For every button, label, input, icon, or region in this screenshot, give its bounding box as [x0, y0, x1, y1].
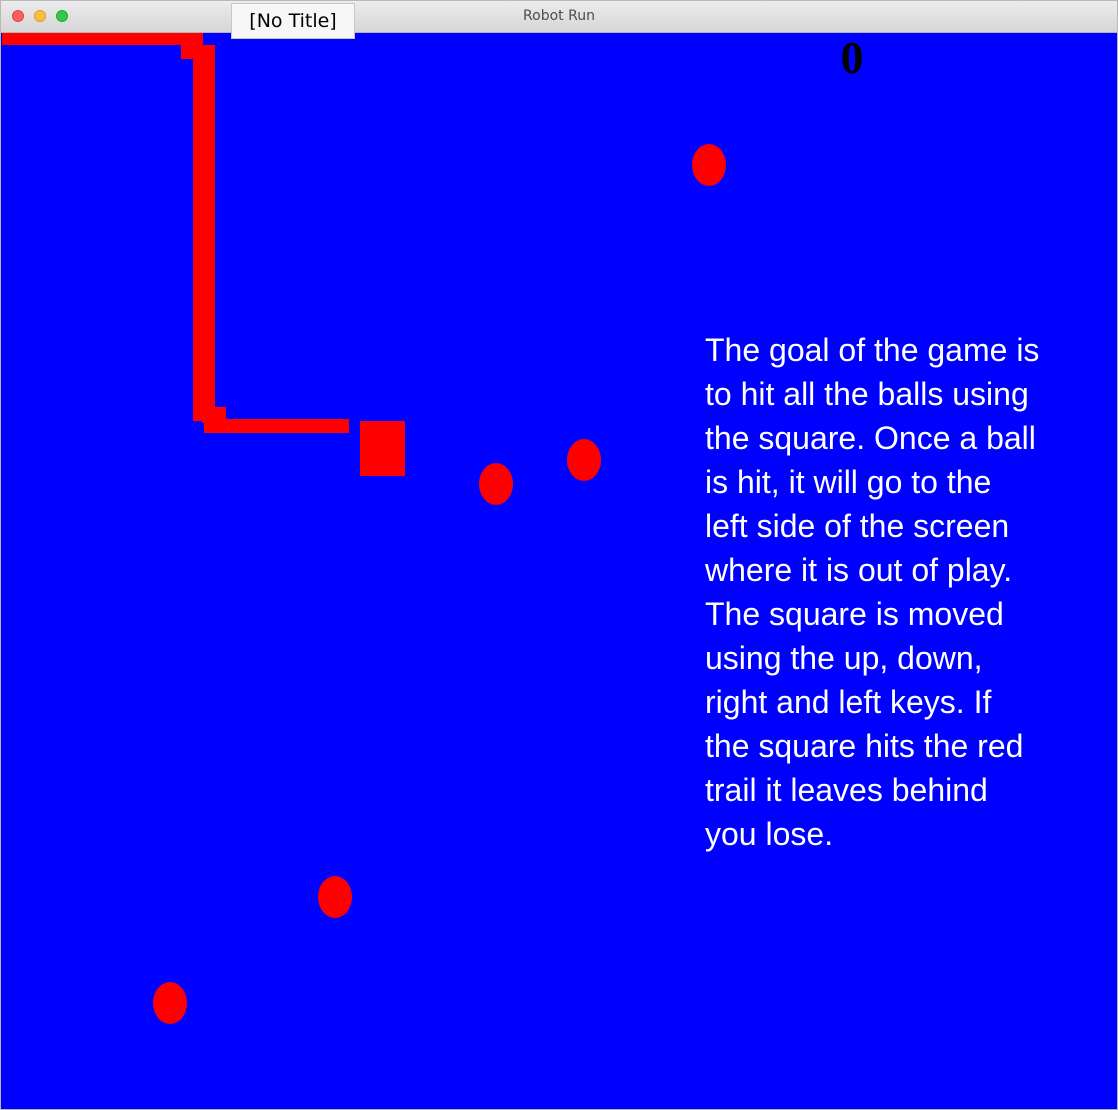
instructions-line: trail it leaves behind [705, 772, 988, 808]
score-counter: 0 [840, 32, 864, 83]
instructions-line: left side of the screen [705, 508, 1010, 544]
instructions-line: The goal of the game is [705, 332, 1040, 368]
title-bar[interactable]: Robot Run [1, 1, 1117, 33]
target-ball [153, 982, 187, 1024]
instructions-line: using the up, down, [705, 640, 983, 676]
instructions-line: The square is moved [705, 596, 1004, 632]
no-title-tooltip: [No Title] [231, 3, 355, 39]
game-canvas[interactable]: 0 The goal of the game is to hit all the… [2, 32, 1117, 1109]
instructions-text: The goal of the game is to hit all the b… [705, 328, 1105, 856]
trail-segment [2, 33, 202, 45]
trail-segment [204, 419, 349, 433]
target-ball [479, 463, 513, 505]
window-title: Robot Run [523, 8, 595, 24]
target-ball [567, 439, 601, 481]
instructions-line: right and left keys. If [705, 684, 992, 720]
instructions-line: you lose. [705, 816, 834, 852]
instructions-line: to hit all the balls using [705, 376, 1029, 412]
target-ball [318, 876, 352, 918]
instructions-line: is hit, it will go to the [705, 464, 992, 500]
instructions-line: the square. Once a ball [705, 420, 1036, 456]
player-square [360, 421, 405, 476]
target-ball [692, 144, 726, 186]
instructions-line: the square hits the red [705, 728, 1024, 764]
trail-segment [193, 45, 215, 421]
game-window: Robot Run [No Title] 0 The goal of the g… [0, 0, 1118, 1110]
instructions-line: where it is out of play. [705, 552, 1013, 588]
